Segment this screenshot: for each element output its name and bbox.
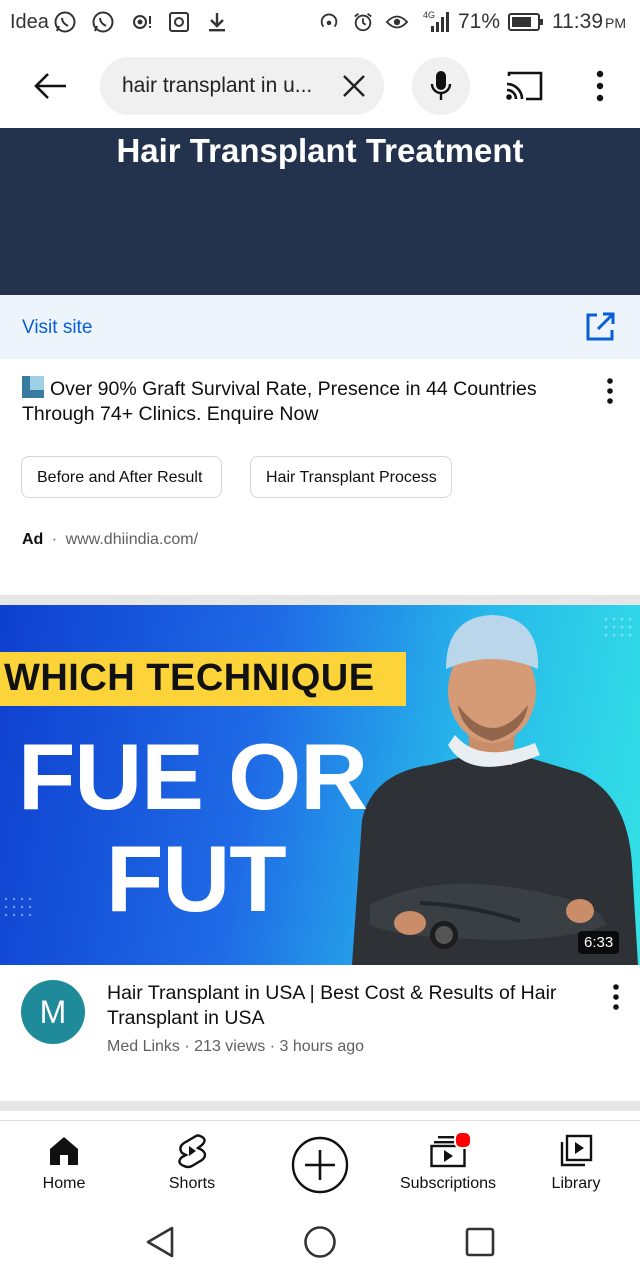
home-icon [46,1133,82,1169]
status-bar: Idea 4G 71% 11:39 PM [0,0,640,44]
shorts-icon [174,1133,210,1169]
ad-banner[interactable]: Hair Transplant Treatment [0,128,640,295]
library-icon [558,1133,594,1169]
visit-site-link[interactable]: Visit site [22,317,92,339]
ad-banner-title: Hair Transplant Treatment [116,132,524,169]
nav-library[interactable]: Library [536,1121,616,1207]
ad-description-text: Over 90% Graft Survival Rate, Presence i… [22,378,537,425]
notification-dot [454,1131,472,1149]
more-vert-icon [607,378,613,404]
ad-meta: Ad · www.dhiindia.com/ [22,531,198,549]
hotspot-icon [128,9,154,35]
ad-chip-process[interactable]: Hair Transplant Process [250,456,452,498]
ad-label: Ad [22,531,44,548]
system-recents-button[interactable] [462,1224,498,1260]
system-home-button[interactable] [302,1224,338,1260]
cast-icon [506,71,543,101]
channel-avatar[interactable]: M [21,980,85,1044]
hotspot-icon [316,9,342,35]
more-options-button[interactable] [580,64,620,108]
bottom-navigation: Home Shorts Subscriptions Library [0,1120,640,1207]
clear-search-button[interactable] [338,70,370,102]
nav-home[interactable]: Home [24,1121,104,1207]
nav-subscriptions-label: Subscriptions [399,1175,497,1192]
arrow-left-icon [34,73,66,99]
search-query: hair transplant in u... [122,74,313,97]
battery-percent: 71% [457,10,500,33]
nav-shorts-label: Shorts [168,1175,216,1192]
ad-chip-before-after[interactable]: Before and After Result [21,456,222,498]
download-icon [204,9,230,35]
cast-button[interactable] [500,64,548,108]
nav-subscriptions[interactable]: Subscriptions [388,1121,508,1207]
system-navigation-bar [0,1206,640,1280]
system-back-button[interactable] [142,1224,178,1260]
video-thumbnail[interactable]: WHICH TECHNIQUE FUE OR FUT 6:33 [0,605,640,965]
clock: 11:39 PM [552,10,626,34]
signal-icon: 4G [418,9,450,35]
video-duration-badge: 6:33 [578,931,620,954]
carrier-label: Idea [10,11,49,33]
clock-suffix: PM [605,15,626,31]
ad-more-button[interactable] [596,376,624,406]
divider [0,1101,640,1111]
video-more-button[interactable] [602,982,630,1012]
triangle-back-icon [146,1226,174,1258]
nav-home-label: Home [42,1175,86,1192]
ad-description[interactable]: Over 90% Graft Survival Rate, Presence i… [22,376,582,427]
network-type-label: 4G [422,10,435,20]
back-button[interactable] [24,60,76,112]
whatsapp-icon [52,9,78,35]
nav-create[interactable] [288,1121,352,1207]
voice-search-button[interactable] [412,57,470,115]
visit-site-bar[interactable]: Visit site [0,295,640,359]
circle-home-icon [304,1226,336,1258]
square-recents-icon [465,1227,495,1257]
thumbnail-band-text: WHICH TECHNIQUE [4,657,375,699]
eye-icon [384,9,410,35]
alarm-icon [350,9,376,35]
video-meta: Med Links · 213 views · 3 hours ago [107,1038,365,1055]
ad-url: www.dhiindia.com/ [65,531,199,548]
open-external-icon[interactable] [584,311,616,343]
thumbnail-headline-line1: FUE OR [18,724,368,829]
battery-icon [508,9,544,35]
search-header: hair transplant in u... [0,44,640,128]
advertiser-logo-icon [22,376,44,398]
more-vert-icon [596,70,604,102]
ad-separator: · [51,531,58,548]
screenshot-icon [166,9,192,35]
clock-time: 11:39 [552,10,603,33]
plus-circle-icon [290,1135,350,1195]
divider [0,595,640,605]
thumbnail-headline-line2: FUT [106,826,287,931]
search-input[interactable]: hair transplant in u... [100,57,384,115]
subscriptions-icon [430,1131,472,1169]
whatsapp-icon [90,9,116,35]
nav-library-label: Library [551,1175,601,1192]
nav-shorts[interactable]: Shorts [152,1121,232,1207]
video-title[interactable]: Hair Transplant in USA | Best Cost & Res… [107,981,577,1031]
more-vert-icon [613,984,619,1010]
close-icon [343,75,365,97]
microphone-icon [430,71,452,100]
